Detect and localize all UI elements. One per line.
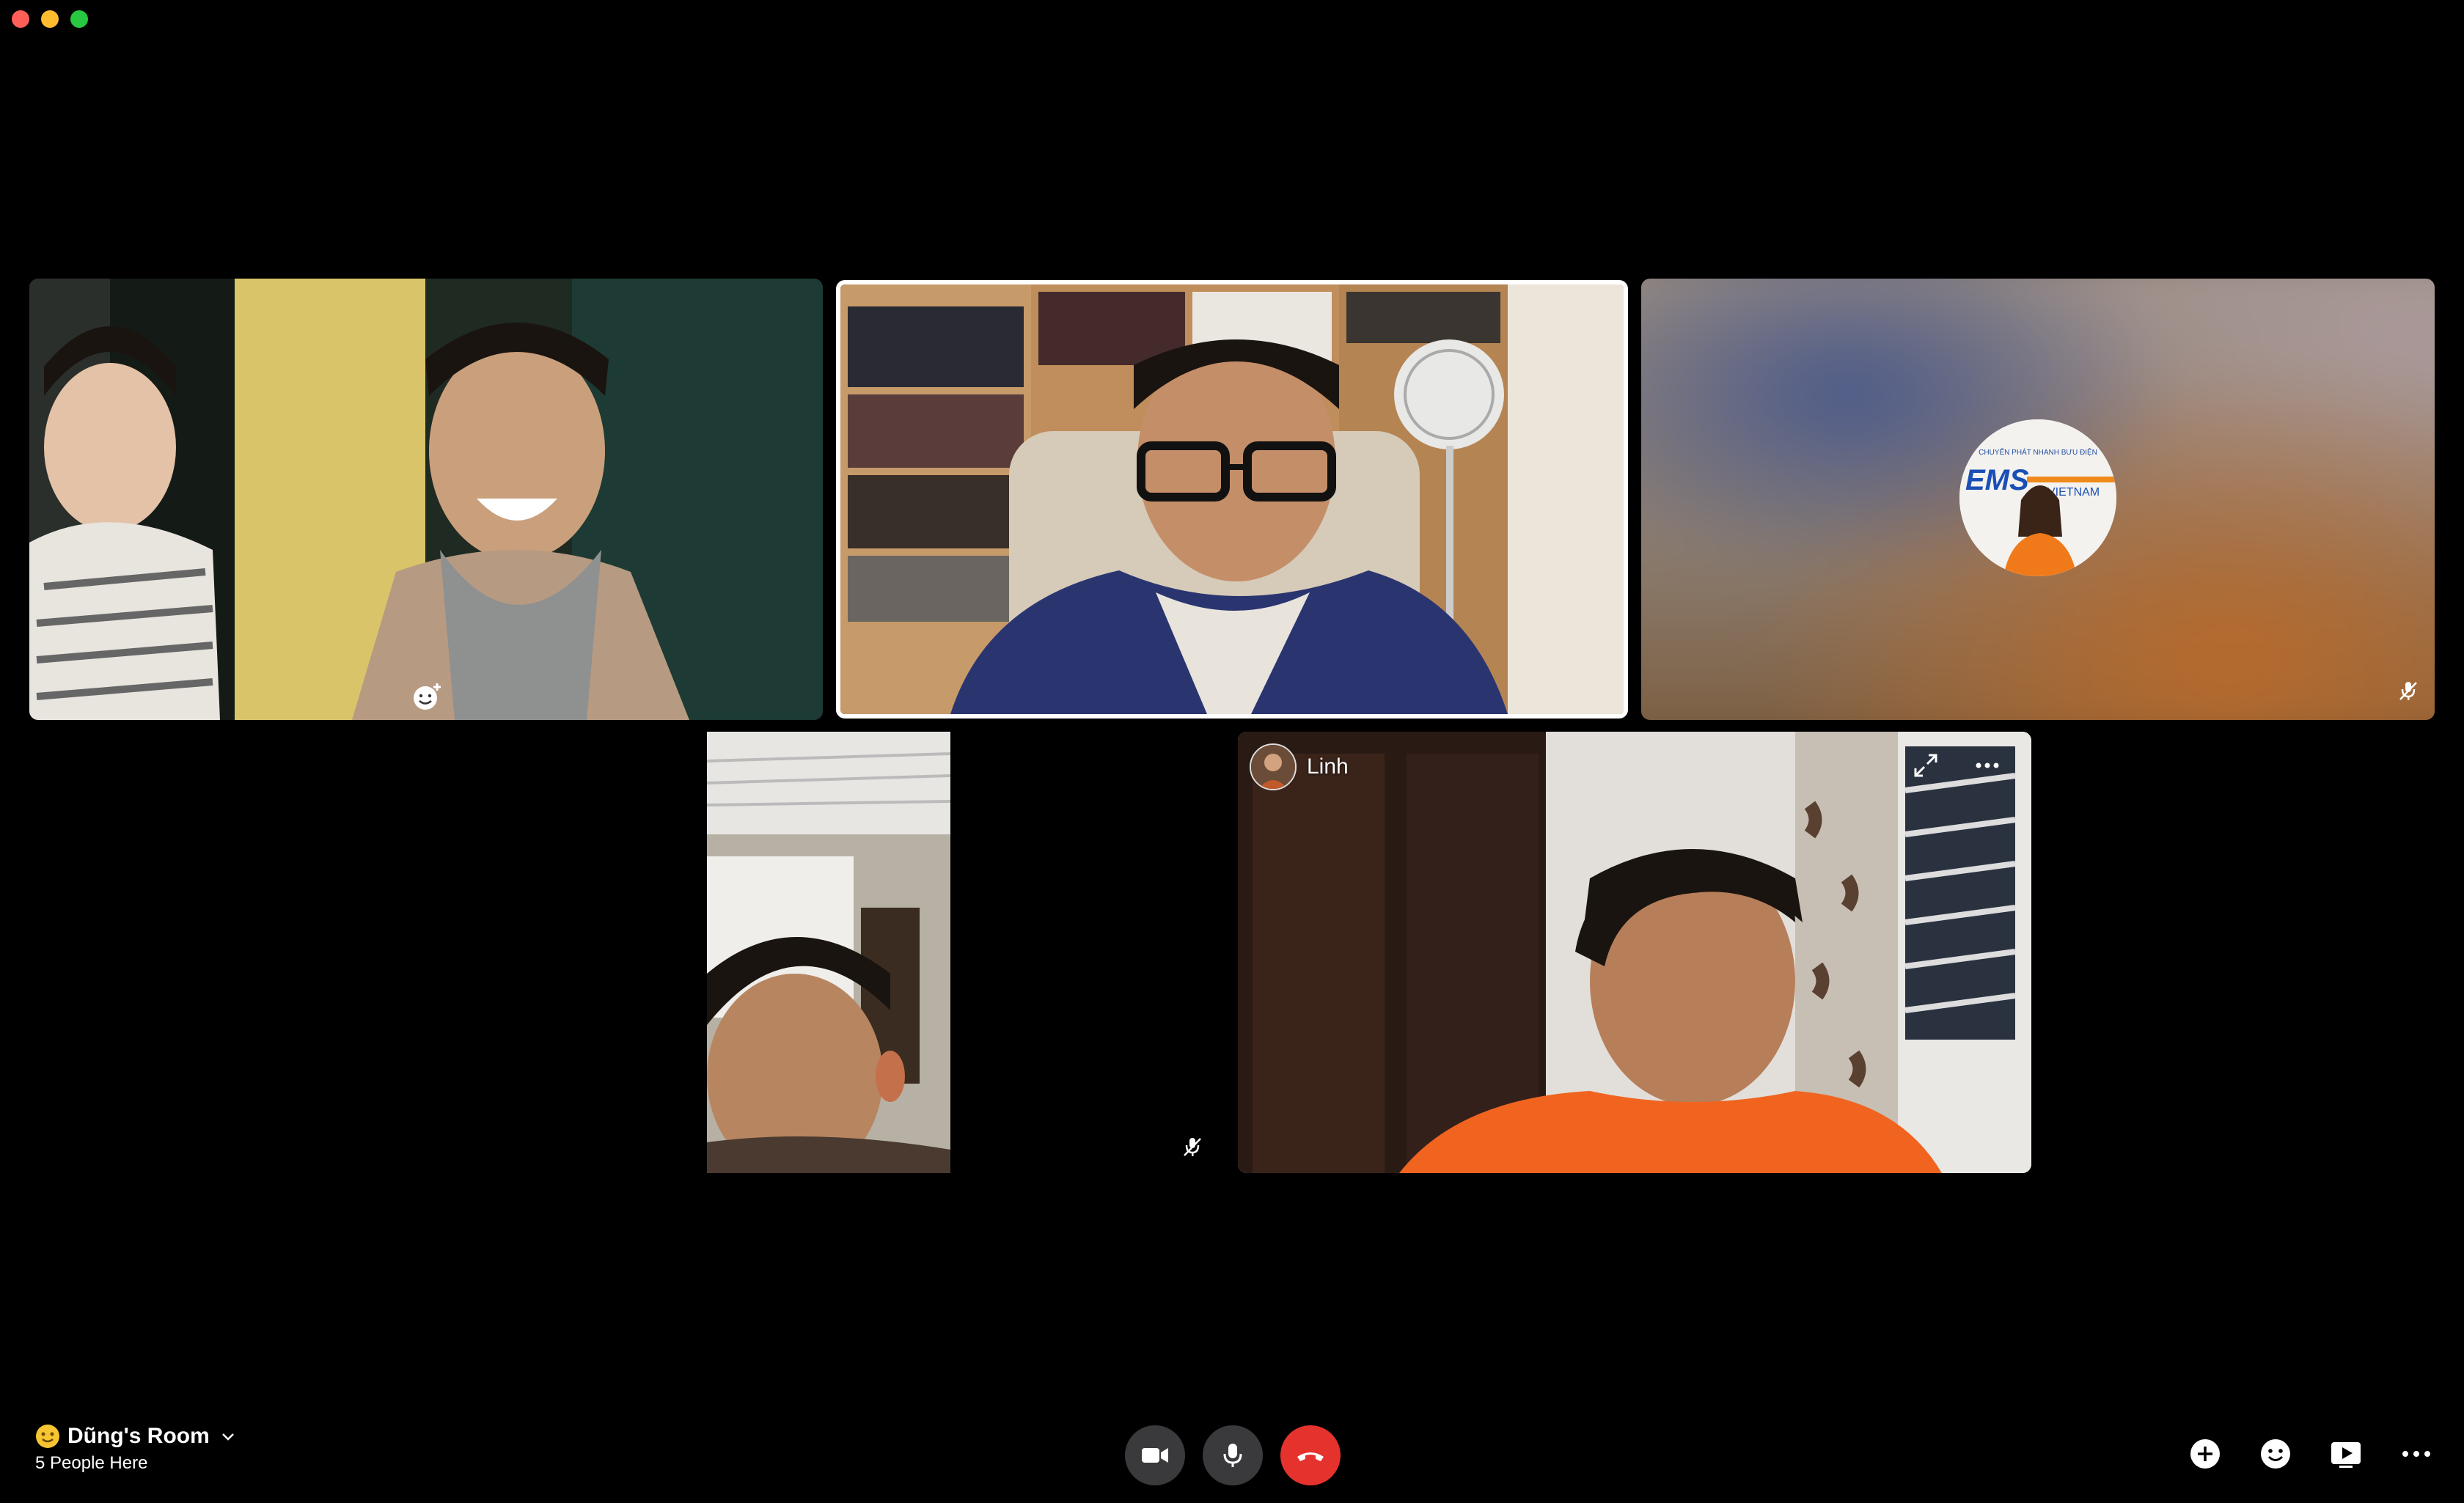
emoji-reaction-icon[interactable] [2259, 1437, 2292, 1471]
participant-video [1238, 732, 2031, 1173]
window-controls [12, 10, 88, 28]
participant-video-tile-4[interactable] [707, 732, 950, 1173]
video-call-window: CHUYỂN PHÁT NHANH BƯU ĐIỆN EMS VIETNAM L… [0, 0, 2464, 1503]
participant-avatar [1250, 743, 1297, 790]
microphone-icon [1223, 1444, 1242, 1467]
participant-video [840, 284, 1624, 714]
right-controls [2188, 1437, 2433, 1471]
add-reaction-icon[interactable] [411, 680, 443, 713]
participant-video-tile-5[interactable]: Linh [1238, 732, 2031, 1173]
svg-text:CHUYỂN PHÁT NHANH BƯU ĐIỆN: CHUYỂN PHÁT NHANH BƯU ĐIỆN [1979, 447, 2097, 457]
svg-text:EMS: EMS [1965, 464, 2029, 496]
minimize-window-button[interactable] [41, 10, 59, 28]
participant-avatar: CHUYỂN PHÁT NHANH BƯU ĐIỆN EMS VIETNAM [1959, 419, 2116, 576]
end-call-icon [1297, 1452, 1324, 1461]
participant-count: 5 People Here [35, 1453, 148, 1473]
call-controls [1125, 1425, 1341, 1485]
participant-video-tile-3-camera-off[interactable]: CHUYỂN PHÁT NHANH BƯU ĐIỆN EMS VIETNAM [1641, 279, 2435, 720]
maximize-window-button[interactable] [70, 10, 88, 28]
microphone-button[interactable] [1203, 1425, 1263, 1485]
more-options-icon[interactable] [2399, 1437, 2433, 1471]
expand-icon[interactable] [1911, 751, 1940, 780]
room-title: Dũng's Room [67, 1424, 210, 1448]
participant-video-tile-2-active-speaker[interactable] [836, 280, 1628, 719]
participant-name: Linh [1307, 754, 1349, 779]
add-people-icon[interactable] [2188, 1437, 2222, 1471]
participant-video [707, 732, 950, 1173]
muted-microphone-icon [1181, 1135, 1204, 1158]
end-call-button[interactable] [1280, 1425, 1341, 1485]
smiley-face-icon [36, 1425, 59, 1448]
room-info[interactable]: Dũng's Room 5 People Here [35, 1424, 236, 1474]
participant-video-tile-1[interactable] [29, 279, 823, 720]
share-screen-icon[interactable] [2329, 1437, 2363, 1471]
participant-label: Linh [1250, 743, 1349, 790]
close-window-button[interactable] [12, 10, 29, 28]
tile-controls [1911, 751, 2002, 780]
participant-video [29, 279, 823, 720]
chevron-down-icon[interactable] [220, 1428, 236, 1444]
camera-button[interactable] [1125, 1425, 1185, 1485]
room-title-row[interactable]: Dũng's Room [35, 1424, 236, 1449]
more-options-icon[interactable] [1973, 751, 2002, 780]
camera-icon [1142, 1448, 1168, 1463]
muted-microphone-icon [2397, 679, 2420, 702]
